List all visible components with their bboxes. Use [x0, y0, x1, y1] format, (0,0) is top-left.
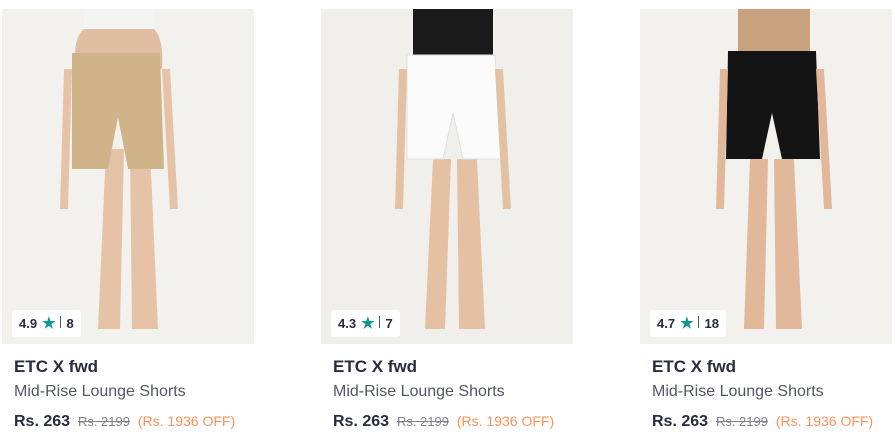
star-icon: ★: [680, 315, 694, 332]
product-photo: [2, 9, 254, 344]
price-row: Rs. 263 Rs. 2199 (Rs. 1936 OFF): [14, 413, 235, 431]
rating-divider: [378, 315, 380, 328]
product-card[interactable]: 4.9 ★ 8 ETC X fwd Mid-Rise Lounge Shorts…: [2, 9, 254, 437]
price-mrp: Rs. 2199: [715, 414, 768, 429]
price-current: Rs. 263: [652, 413, 709, 430]
price-discount: (Rs. 1936 OFF): [137, 413, 236, 429]
product-name: Mid-Rise Lounge Shorts: [14, 383, 186, 400]
review-count: 7: [385, 316, 393, 331]
review-count: 8: [66, 316, 74, 331]
product-brand: ETC X fwd: [333, 357, 418, 376]
product-photo: [640, 9, 892, 344]
star-icon: ★: [361, 315, 375, 332]
product-name: Mid-Rise Lounge Shorts: [652, 383, 824, 400]
product-brand: ETC X fwd: [652, 357, 737, 376]
rating-value: 4.3: [338, 316, 357, 331]
product-image[interactable]: 4.9 ★ 8: [2, 9, 254, 344]
price-current: Rs. 263: [333, 413, 390, 430]
rating-divider: [59, 315, 61, 328]
product-card[interactable]: 4.7 ★ 18 ETC X fwd Mid-Rise Lounge Short…: [640, 9, 892, 437]
price-mrp: Rs. 2199: [396, 414, 449, 429]
price-mrp: Rs. 2199: [77, 414, 130, 429]
rating-badge: 4.3 ★ 7: [331, 310, 400, 337]
price-current: Rs. 263: [14, 413, 71, 430]
price-row: Rs. 263 Rs. 2199 (Rs. 1936 OFF): [333, 413, 554, 431]
price-row: Rs. 263 Rs. 2199 (Rs. 1936 OFF): [652, 413, 873, 431]
product-image[interactable]: 4.7 ★ 18: [640, 9, 892, 344]
rating-value: 4.7: [657, 316, 676, 331]
product-card[interactable]: 4.3 ★ 7 ETC X fwd Mid-Rise Lounge Shorts…: [321, 9, 573, 437]
rating-badge: 4.9 ★ 8: [12, 310, 81, 337]
star-icon: ★: [42, 315, 56, 332]
rating-value: 4.9: [19, 316, 38, 331]
rating-badge: 4.7 ★ 18: [650, 310, 726, 337]
product-image[interactable]: 4.3 ★ 7: [321, 9, 573, 344]
review-count: 18: [704, 316, 719, 331]
product-photo: [321, 9, 573, 344]
rating-divider: [697, 315, 699, 328]
price-discount: (Rs. 1936 OFF): [456, 413, 555, 429]
product-brand: ETC X fwd: [14, 357, 99, 376]
price-discount: (Rs. 1936 OFF): [775, 413, 874, 429]
product-name: Mid-Rise Lounge Shorts: [333, 383, 505, 400]
